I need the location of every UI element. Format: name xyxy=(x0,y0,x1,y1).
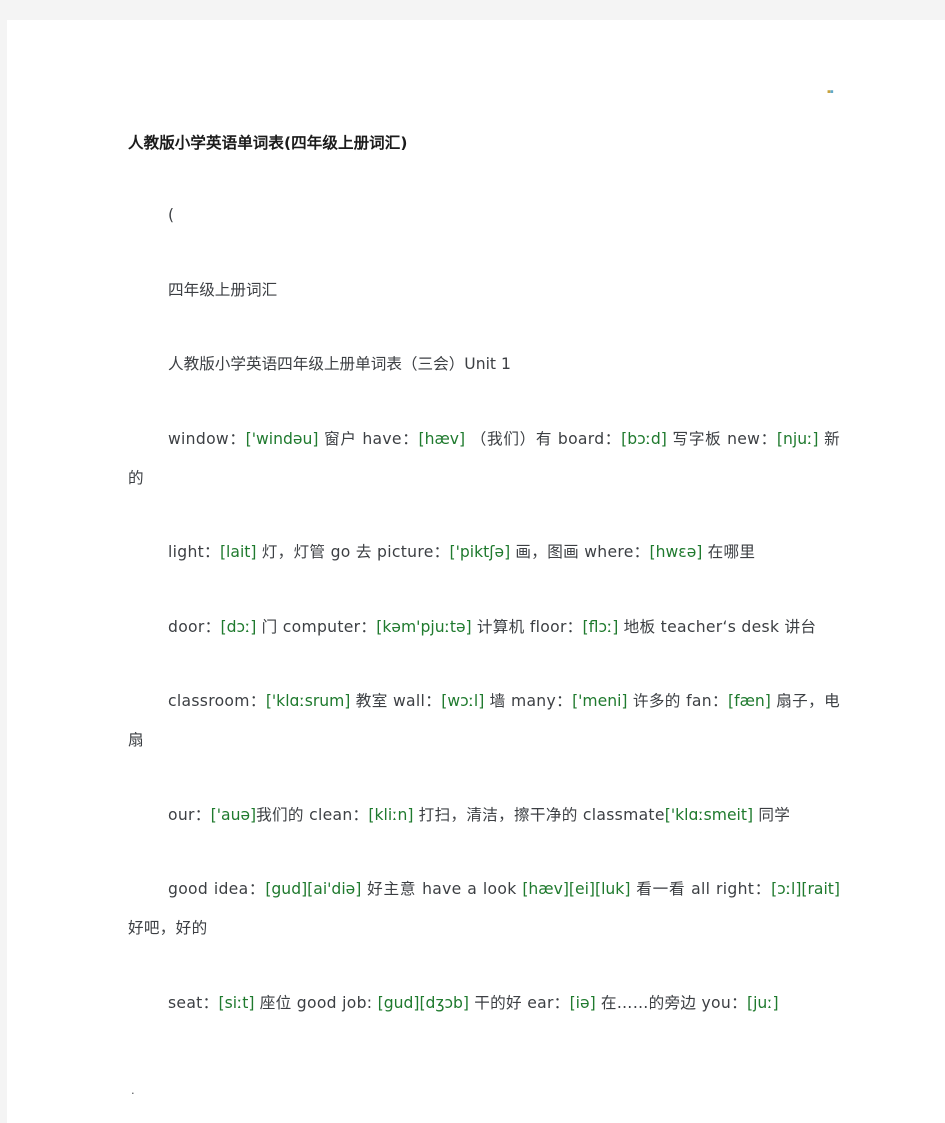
phonetic-transcription: [gud][dʒɔb] xyxy=(377,993,469,1012)
vocabulary-text: 许多的 fan： xyxy=(627,692,728,710)
paragraph-unit-heading: 人教版小学英语四年级上册单词表（三会）Unit 1 xyxy=(168,355,511,373)
phonetic-transcription: [kəm'pjuːtə] xyxy=(376,617,472,636)
phonetic-transcription: [bɔːd] xyxy=(621,429,667,448)
phonetic-transcription: [fæn] xyxy=(728,692,771,710)
vocabulary-text: good idea： xyxy=(168,880,266,898)
phonetic-transcription: ['windəu] xyxy=(245,429,319,448)
vocabulary-text: 计算机 floor： xyxy=(471,617,583,636)
vocabulary-text: 地板 teacher‘s desk 讲台 xyxy=(618,617,817,636)
phonetic-transcription: ['klɑːsrum] xyxy=(265,692,351,710)
document-body: ( 四年级上册词汇 人教版小学英语四年级上册单词表（三会）Unit 1 wind… xyxy=(128,196,840,1023)
vocabulary-line: window：['windəu] 窗户 have：[hæv] （我们）有 boa… xyxy=(128,420,840,498)
vocabulary-text: our： xyxy=(168,805,211,824)
vocabulary-text: 好主意 have a look xyxy=(361,880,523,898)
vocabulary-text: 打扫，清洁，擦干净的 classmate xyxy=(413,805,665,824)
paragraph-open-paren: ( xyxy=(168,206,175,224)
vocabulary-text: 墙 many： xyxy=(484,692,573,710)
vocabulary-line: our：['auə]我们的 clean：[kliːn] 打扫，清洁，擦干净的 c… xyxy=(128,796,840,835)
phonetic-transcription: [flɔː] xyxy=(582,617,619,636)
vocabulary-text: 干的好 ear： xyxy=(469,993,570,1012)
phonetic-transcription: ['piktʃə] xyxy=(449,543,511,561)
vocabulary-text: door： xyxy=(168,617,221,636)
vocabulary-text: 灯，灯管 go 去 picture： xyxy=(256,543,450,561)
vocabulary-text: 看一看 all right： xyxy=(630,880,772,898)
phonetic-transcription: [siːt] xyxy=(218,993,255,1012)
vocabulary-text: 我们的 clean： xyxy=(256,805,369,824)
vocabulary-line: light：[lait] 灯，灯管 go 去 picture：['piktʃə]… xyxy=(128,533,840,572)
vocabulary-text: 在……的旁边 you： xyxy=(595,993,747,1012)
phonetic-transcription: ['klɑːsmeit] xyxy=(664,805,754,824)
vocabulary-line: door：[dɔː] 门 computer：[kəm'pjuːtə] 计算机 f… xyxy=(128,608,840,647)
vocabulary-text: 同学 xyxy=(753,805,791,824)
phonetic-transcription: [njuː] xyxy=(776,429,819,448)
vocabulary-text: light： xyxy=(168,543,220,561)
phonetic-transcription: ['auə] xyxy=(210,805,257,824)
phonetic-transcription: [hwεə] xyxy=(649,543,703,561)
vocabulary-text: 教室 wall： xyxy=(350,692,442,710)
vocabulary-text: 在哪里 xyxy=(702,543,756,561)
vocabulary-line: seat：[siːt] 座位 good job: [gud][dʒɔb] 干的好… xyxy=(128,984,840,1023)
vocabulary-line: classroom：['klɑːsrum] 教室 wall：[wɔːl] 墙 m… xyxy=(128,682,840,760)
phonetic-transcription: [wɔːl] xyxy=(441,692,485,710)
vocabulary-line: good idea：[gud][ai'diə] 好主意 have a look … xyxy=(128,870,840,948)
vocabulary-text: classroom： xyxy=(168,692,266,710)
vocabulary-text: （我们）有 board： xyxy=(465,429,622,448)
vocabulary-text: 好吧，好的 xyxy=(128,919,208,937)
phonetic-transcription: [hæv] xyxy=(418,429,466,448)
vocabulary-text: 画，图画 where： xyxy=(510,543,650,561)
paragraph-subtitle: 四年级上册词汇 xyxy=(168,280,278,299)
top-right-color-mark: ▪▪ xyxy=(827,86,834,98)
vocabulary-list: window：['windəu] 窗户 have：[hæv] （我们）有 boa… xyxy=(128,420,840,1023)
document-page: ▪▪ 人教版小学英语单词表(四年级上册词汇) ( 四年级上册词汇 人教版小学英语… xyxy=(7,20,945,1123)
vocabulary-text: 写字板 new： xyxy=(666,429,777,448)
vocabulary-text: 门 computer： xyxy=(256,617,377,636)
phonetic-transcription: [ɔːl][rait] xyxy=(771,880,840,898)
phonetic-transcription: [kliːn] xyxy=(368,805,414,824)
vocabulary-text: 窗户 have： xyxy=(318,429,419,448)
bottom-left-mark: . xyxy=(131,1082,135,1097)
vocabulary-text: 座位 good job: xyxy=(254,993,378,1012)
phonetic-transcription: [dɔː] xyxy=(220,617,257,636)
phonetic-transcription: [lait] xyxy=(219,543,257,561)
phonetic-transcription: [hæv][ei][luk] xyxy=(522,880,631,898)
vocabulary-text: window： xyxy=(168,429,246,448)
phonetic-transcription: [juː] xyxy=(746,993,779,1012)
phonetic-transcription: [iə] xyxy=(569,993,596,1012)
phonetic-transcription: ['meni] xyxy=(572,692,628,710)
page-title: 人教版小学英语单词表(四年级上册词汇) xyxy=(128,134,408,152)
phonetic-transcription: [gud][ai'diə] xyxy=(265,880,362,898)
vocabulary-text: seat： xyxy=(168,993,219,1012)
